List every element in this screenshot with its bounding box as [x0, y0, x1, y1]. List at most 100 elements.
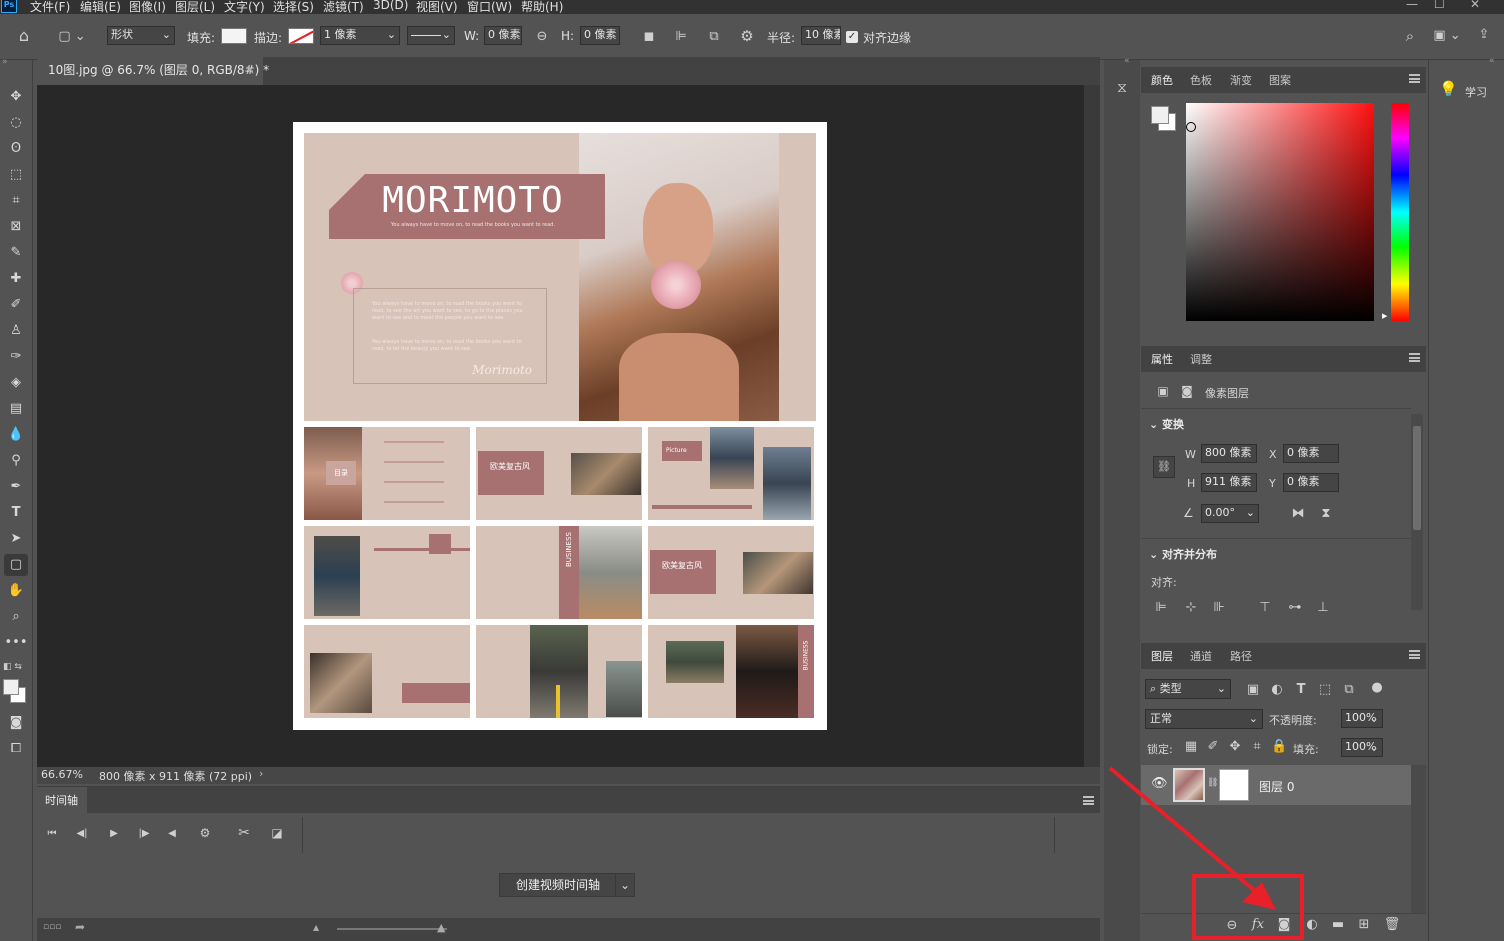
close-tab-icon[interactable]: ×: [245, 57, 255, 83]
tab-color[interactable]: 颜色: [1151, 72, 1173, 88]
foreground-color-swatch[interactable]: [3, 679, 19, 695]
filter-adjustment-icon[interactable]: ◐: [1269, 682, 1285, 698]
rectangle-tool-icon[interactable]: ▢: [4, 554, 28, 576]
prop-height-field[interactable]: 911 像素: [1201, 473, 1257, 492]
properties-scrollbar[interactable]: [1411, 414, 1423, 610]
layers-menu-icon[interactable]: [1409, 650, 1420, 659]
lock-all-icon[interactable]: 🔒: [1271, 739, 1287, 755]
layer-filter-select[interactable]: ⌕ 类型 ⌄: [1145, 679, 1231, 699]
new-layer-icon[interactable]: ⊞: [1355, 917, 1373, 933]
document-tab[interactable]: 10图.jpg @ 66.7% (图层 0, RGB/8#) * ×: [37, 57, 269, 85]
color-picker-cursor[interactable]: [1186, 122, 1196, 132]
zoom-tool-icon[interactable]: ⌕: [4, 606, 28, 628]
timeline-dropdown-icon[interactable]: ⌄: [615, 873, 635, 897]
dock-collapse-icon[interactable]: «: [1124, 56, 1130, 66]
visibility-eye-icon[interactable]: 👁: [1151, 776, 1168, 791]
frame-tool-icon[interactable]: ⊠: [4, 216, 28, 238]
crop-tool-icon[interactable]: ⌗: [4, 190, 28, 212]
menu-layer[interactable]: 图层(L): [175, 0, 215, 15]
tab-patterns[interactable]: 图案: [1269, 72, 1291, 88]
audio-icon[interactable]: ◀: [165, 826, 179, 842]
timeline-tab[interactable]: 时间轴: [37, 787, 87, 813]
quick-mask-icon[interactable]: ◙: [4, 712, 28, 734]
history-icon[interactable]: ⧖: [1112, 80, 1132, 96]
path-arrangement-icon[interactable]: ⧉: [704, 29, 724, 45]
layer-mask-thumbnail[interactable]: [1219, 769, 1249, 801]
align-hcenter-icon[interactable]: ⊹: [1183, 600, 1199, 616]
layers-scrollbar[interactable]: [1411, 765, 1426, 913]
tab-swatches[interactable]: 色板: [1190, 72, 1212, 88]
document-canvas[interactable]: MORIMOTO You always have to move on, to …: [293, 122, 827, 730]
tab-layers[interactable]: 图层: [1151, 648, 1173, 664]
learn-collapse-icon[interactable]: «: [1489, 56, 1495, 66]
layer-mask-icon[interactable]: ◙: [1179, 383, 1195, 399]
link-icon[interactable]: ⊖: [533, 29, 551, 45]
timeline-menu-icon[interactable]: [1083, 796, 1094, 805]
play-icon[interactable]: ▶: [107, 826, 121, 842]
menu-3d[interactable]: 3D(D): [373, 0, 408, 12]
align-bottom-icon[interactable]: ⊥: [1315, 600, 1331, 616]
align-left-icon[interactable]: ⊫: [1153, 600, 1169, 616]
tab-channels[interactable]: 通道: [1190, 648, 1212, 664]
menu-select[interactable]: 选择(S): [273, 0, 314, 15]
hand-tool-icon[interactable]: ✋: [4, 580, 28, 602]
radius-field[interactable]: 10 像素: [801, 26, 841, 45]
align-vcenter-icon[interactable]: ⊶: [1287, 600, 1303, 616]
shape-mode-select[interactable]: 形状 ⌄: [107, 26, 175, 45]
close-icon[interactable]: ✕: [1470, 0, 1480, 11]
color-panel-menu-icon[interactable]: [1409, 74, 1420, 83]
stamp-tool-icon[interactable]: ♙: [4, 320, 28, 342]
opacity-dropdown-icon[interactable]: ⌄: [1365, 709, 1383, 728]
healing-tool-icon[interactable]: ✚: [4, 268, 28, 290]
eraser-tool-icon[interactable]: ◈: [4, 372, 28, 394]
menu-file[interactable]: 文件(F): [30, 0, 70, 15]
next-frame-icon[interactable]: |▶: [137, 826, 151, 842]
lock-position-icon[interactable]: ✥: [1227, 739, 1243, 755]
render-icon[interactable]: ➦: [75, 920, 85, 934]
path-select-tool-icon[interactable]: ➤: [4, 528, 28, 550]
align-section-toggle[interactable]: ⌄ 对齐并分布: [1149, 546, 1217, 562]
history-brush-tool-icon[interactable]: ✑: [4, 346, 28, 368]
lightbulb-icon[interactable]: 💡: [1439, 80, 1458, 98]
height-field[interactable]: 0 像素: [580, 26, 620, 45]
menu-help[interactable]: 帮助(H): [521, 0, 563, 15]
lock-transparent-icon[interactable]: ▦: [1183, 739, 1199, 755]
tab-gradients[interactable]: 渐变: [1230, 72, 1252, 88]
filter-shape-icon[interactable]: ⬚: [1317, 682, 1333, 698]
properties-menu-icon[interactable]: [1409, 353, 1420, 362]
fx-icon[interactable]: fx: [1249, 917, 1267, 933]
object-select-tool-icon[interactable]: ⬚: [4, 164, 28, 186]
search-icon[interactable]: ⌕: [1400, 28, 1420, 44]
filter-pixel-icon[interactable]: ▣: [1245, 682, 1261, 698]
learn-label[interactable]: 学习: [1465, 84, 1487, 100]
hue-slider-marker-icon[interactable]: ▶: [1382, 312, 1387, 320]
prev-frame-icon[interactable]: ◀|: [75, 826, 89, 842]
dodge-tool-icon[interactable]: ⚲: [4, 450, 28, 472]
link-dimensions-icon[interactable]: ⛓: [1153, 456, 1175, 478]
share-icon[interactable]: ⇪: [1474, 27, 1494, 43]
gear-icon[interactable]: ⚙: [737, 28, 757, 44]
scissors-icon[interactable]: ✂: [235, 825, 253, 841]
tab-paths[interactable]: 路径: [1230, 648, 1252, 664]
marquee-tool-icon[interactable]: ◌: [4, 112, 28, 134]
layer-row[interactable]: 👁 ⛓ 图层 0: [1141, 765, 1411, 805]
maximize-icon[interactable]: ☐: [1434, 0, 1445, 11]
transform-section-toggle[interactable]: ⌄ 变换: [1149, 416, 1184, 432]
lock-artboard-icon[interactable]: ⌗: [1249, 739, 1265, 755]
fill-dropdown-icon[interactable]: ⌄: [1365, 738, 1383, 757]
stroke-width-field[interactable]: 1 像素 ⌄: [320, 26, 400, 45]
timeline-zoom-slider[interactable]: [337, 928, 447, 930]
filter-toggle-icon[interactable]: ●: [1369, 680, 1385, 696]
flip-vertical-icon[interactable]: ⧗: [1317, 506, 1335, 522]
prop-x-field[interactable]: 0 像素: [1283, 444, 1339, 463]
layer-name[interactable]: 图层 0: [1259, 778, 1294, 795]
screen-mode-icon[interactable]: ⧠: [4, 738, 28, 760]
pen-tool-icon[interactable]: ✒: [4, 476, 28, 498]
vertical-scrollbar[interactable]: [1084, 85, 1100, 767]
color-field[interactable]: [1186, 103, 1374, 321]
home-icon[interactable]: ⌂: [14, 28, 34, 44]
tab-adjustments[interactable]: 调整: [1190, 351, 1212, 367]
transition-icon[interactable]: ◪: [269, 825, 285, 841]
filter-smart-object-icon[interactable]: ⧉: [1341, 682, 1357, 698]
gradient-tool-icon[interactable]: ▤: [4, 398, 28, 420]
